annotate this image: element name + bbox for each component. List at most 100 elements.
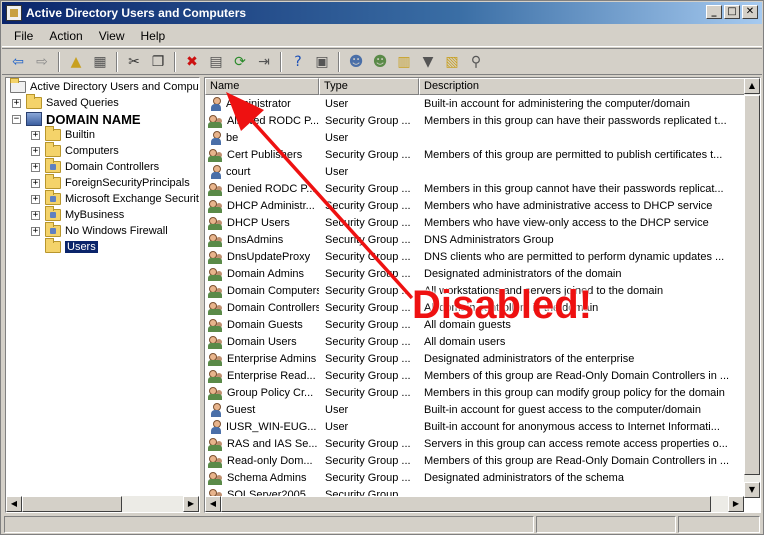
refresh-button[interactable]: ⟳ [229, 51, 251, 73]
list-horizontal-scrollbar[interactable]: ◀ ▶ [205, 496, 744, 512]
tree-item-label: Builtin [65, 129, 95, 141]
tree-horizontal-scrollbar[interactable]: ◀ ▶ [6, 496, 199, 512]
tree-item-label: Users [65, 241, 98, 253]
expand-icon[interactable]: + [31, 226, 40, 236]
table-row[interactable]: Cert Publishers Security Group ... Members… [205, 146, 750, 163]
column-header-name[interactable]: Name [205, 78, 319, 95]
scroll-right-button[interactable]: ▶ [183, 496, 199, 512]
ou-folder-icon [45, 190, 61, 205]
show-hide-pane-button[interactable]: ▣ [311, 51, 333, 73]
group-icon [208, 199, 224, 213]
table-row[interactable]: Domain Users Security Group ... All domain… [205, 333, 750, 350]
expand-icon[interactable]: + [31, 146, 40, 156]
annotation-text: Disabled! [412, 283, 593, 327]
up-folder-button[interactable]: ▲ [65, 51, 87, 73]
scroll-left-button[interactable]: ◀ [6, 496, 22, 512]
title-bar[interactable]: Active Directory Users and Computers _ □… [2, 2, 762, 24]
tree-saved-queries[interactable]: + Saved Queries [12, 94, 119, 111]
menu-action[interactable]: Action [41, 27, 90, 45]
table-row[interactable]: Denied RODC P... Security Group ... Member… [205, 180, 750, 197]
cell-type: Security Group ... [325, 182, 411, 195]
table-row[interactable]: Domain Admins Security Group ... Designate… [205, 265, 750, 282]
group-icon [208, 250, 224, 264]
scroll-thumb[interactable] [744, 95, 760, 475]
find-button[interactable]: ⚲ [465, 51, 487, 73]
toolbar: ⇦ ⇨ ▲ ▦ ✂ ❐ ✖ ▤ ⟳ ⇥? ▣ ☻ ☻ ▥ ▼ ▧ ⚲ [2, 48, 762, 75]
tree-item-domain-controllers[interactable]: + Domain Controllers [31, 158, 159, 175]
console-tree-button[interactable]: ▦ [89, 51, 111, 73]
table-row[interactable]: be User [205, 129, 750, 146]
maximize-button[interactable]: □ [724, 5, 740, 19]
collapse-icon[interactable]: − [12, 114, 21, 124]
table-row[interactable]: Administrator User Built-in account for ad… [205, 95, 750, 112]
cell-description: Members in this group can have their pas… [424, 114, 727, 127]
scroll-thumb[interactable] [221, 496, 711, 512]
table-row[interactable]: RAS and IAS Se... Security Group ... Serve… [205, 435, 750, 452]
menu-view[interactable]: View [91, 27, 133, 45]
export-list-button[interactable]: ⇥ [253, 51, 275, 73]
cell-name: DnsAdmins [205, 233, 319, 247]
scroll-up-button[interactable]: ▲ [744, 78, 760, 94]
table-row[interactable]: Enterprise Admins Security Group ... Desig… [205, 350, 750, 367]
group-icon [208, 148, 224, 162]
table-row[interactable]: Read-only Dom... Security Group ... Member… [205, 452, 750, 469]
cell-name-text: Cert Publishers [227, 148, 303, 161]
scroll-down-button[interactable]: ▼ [744, 482, 760, 498]
new-ou-button[interactable]: ▥ [393, 51, 415, 73]
scroll-left-button[interactable]: ◀ [205, 496, 221, 512]
expand-icon[interactable]: + [31, 194, 40, 204]
tree-item-microsoft-exchange-securit[interactable]: + Microsoft Exchange Securit [31, 190, 199, 207]
cell-description: Built-in account for anonymous access to… [424, 420, 720, 433]
table-row[interactable]: Group Policy Cr... Security Group ... Memb… [205, 384, 750, 401]
table-row[interactable]: DnsUpdateProxy Security Group ... DNS clie… [205, 248, 750, 265]
table-row[interactable]: IUSR_WIN-EUG... User Built-in account for … [205, 418, 750, 435]
add-to-group-button[interactable]: ▧ [441, 51, 463, 73]
close-button[interactable]: ✕ [742, 5, 758, 19]
tree-item-no-windows-firewall[interactable]: + No Windows Firewall [31, 222, 168, 239]
tree-item-builtin[interactable]: + Builtin [31, 126, 95, 143]
expand-icon[interactable]: + [31, 130, 40, 140]
expand-icon[interactable]: + [31, 210, 40, 220]
scroll-thumb[interactable] [22, 496, 122, 512]
column-header-type[interactable]: Type [319, 78, 419, 95]
tree-root[interactable]: Active Directory Users and Comput [10, 78, 199, 95]
filter-button[interactable]: ▼ [417, 51, 439, 73]
table-row[interactable]: DnsAdmins Security Group ... DNS Administr… [205, 231, 750, 248]
minimize-button[interactable]: _ [706, 5, 722, 19]
cell-name-text: Administrator [226, 97, 291, 110]
back-arrow-button[interactable]: ⇦ [7, 51, 29, 73]
tree-item-computers[interactable]: + Computers [31, 142, 119, 159]
toolbar-separator [280, 51, 282, 72]
tree-item-users[interactable]: Users [45, 238, 98, 255]
cell-name-text: Domain Guests [227, 318, 303, 331]
menu-help[interactable]: Help [133, 27, 174, 45]
tree-item-mybusiness[interactable]: + MyBusiness [31, 206, 124, 223]
properties-button[interactable]: ▤ [205, 51, 227, 73]
expand-icon[interactable]: + [12, 98, 21, 108]
expand-icon[interactable]: + [31, 162, 40, 172]
help-button[interactable]: ? [287, 51, 309, 73]
scroll-right-button[interactable]: ▶ [728, 496, 744, 512]
table-row[interactable]: Guest User Built-in account for guest acce… [205, 401, 750, 418]
table-row[interactable]: Enterprise Read... Security Group ... Memb… [205, 367, 750, 384]
column-header-description[interactable]: Description [419, 78, 750, 95]
status-bar [2, 515, 762, 534]
table-row[interactable]: Schema Admins Security Group ... Designate… [205, 469, 750, 486]
copy-button[interactable]: ❐ [147, 51, 169, 73]
list-vertical-scrollbar[interactable]: ▲ ▼ [744, 78, 760, 498]
cell-name: Domain Controllers [205, 301, 319, 315]
new-user-button[interactable]: ☻ [345, 51, 367, 73]
tree-item-foreignsecurityprincipals[interactable]: + ForeignSecurityPrincipals [31, 174, 190, 191]
table-row[interactable]: DHCP Administr... Security Group ... Membe… [205, 197, 750, 214]
expand-icon[interactable]: + [31, 178, 40, 188]
forward-arrow-button[interactable]: ⇨ [31, 51, 53, 73]
cut-button[interactable]: ✂ [123, 51, 145, 73]
table-row[interactable]: Allowed RODC P... Security Group ... Membe… [205, 112, 750, 129]
table-row[interactable]: DHCP Users Security Group ... Members who … [205, 214, 750, 231]
tree-domain[interactable]: − DOMAIN NAME [12, 111, 141, 127]
table-row[interactable]: court User [205, 163, 750, 180]
menu-file[interactable]: File [6, 27, 41, 45]
tree-saved-queries-label: Saved Queries [46, 97, 119, 109]
delete-button[interactable]: ✖ [181, 51, 203, 73]
new-group-button[interactable]: ☻ [369, 51, 391, 73]
